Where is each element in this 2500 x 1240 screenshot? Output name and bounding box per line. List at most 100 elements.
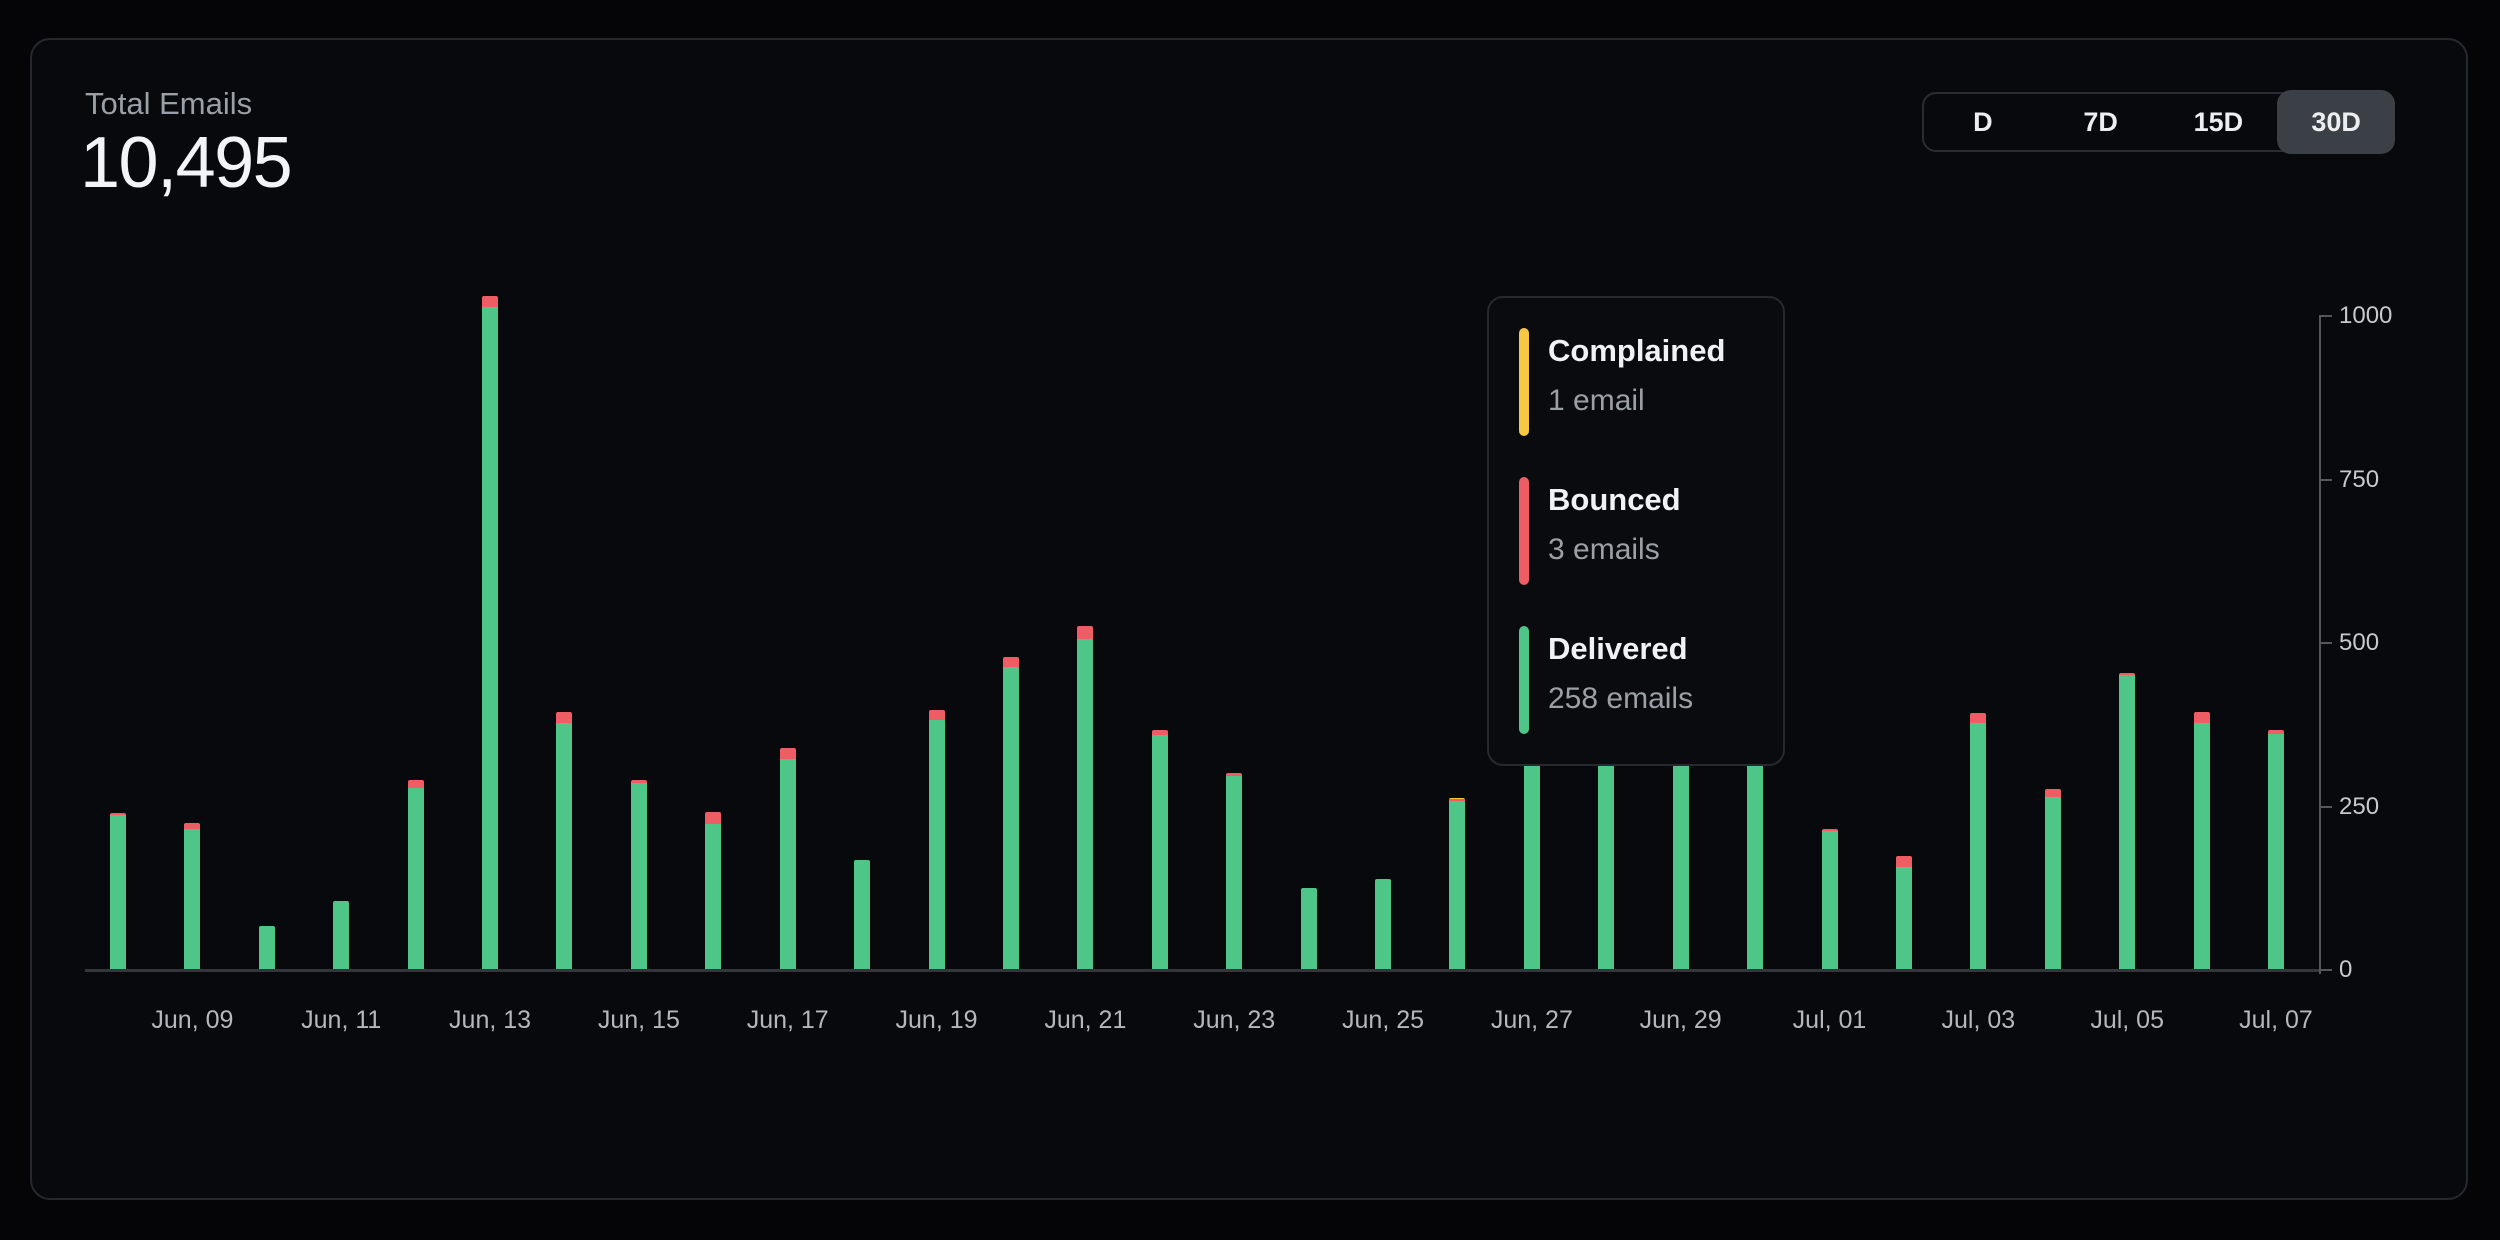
bar-day-11[interactable] bbox=[854, 860, 870, 970]
y-axis-tick bbox=[2319, 479, 2332, 481]
bounced-segment bbox=[482, 296, 498, 306]
tooltip-value: 3 emails bbox=[1548, 533, 1681, 567]
chart-tooltip: Complained 1 email Bounced 3 emails Deli… bbox=[1487, 296, 1785, 766]
delivered-segment bbox=[110, 815, 126, 970]
x-axis-line bbox=[85, 969, 2319, 972]
tooltip-entry-complained: Complained 1 email bbox=[1519, 328, 1763, 436]
x-axis-tick-label: Jun, 27 bbox=[1447, 1006, 1617, 1035]
tooltip-value: 258 emails bbox=[1548, 682, 1693, 716]
bounced-segment bbox=[1970, 713, 1986, 723]
delivered-segment bbox=[482, 307, 498, 970]
x-axis-tick-label: Jul, 01 bbox=[1745, 1006, 1915, 1035]
delivered-segment bbox=[1449, 801, 1465, 970]
bar-day-3[interactable] bbox=[259, 926, 275, 970]
bar-day-24[interactable] bbox=[1822, 829, 1838, 970]
bar-day-14[interactable] bbox=[1077, 626, 1093, 970]
bar-day-4[interactable] bbox=[333, 901, 349, 970]
delivered-segment bbox=[929, 720, 945, 970]
bounced-segment bbox=[705, 812, 721, 824]
delivered-segment bbox=[780, 759, 796, 970]
tooltip-entry-bounced: Bounced 3 emails bbox=[1519, 477, 1763, 585]
x-axis-tick-label: Jun, 21 bbox=[1000, 1006, 1170, 1035]
y-axis-tick-label: 250 bbox=[2339, 792, 2379, 822]
delivered-segment bbox=[1077, 639, 1093, 970]
bar-day-9[interactable] bbox=[705, 812, 721, 970]
x-axis-tick-label: Jun, 15 bbox=[554, 1006, 724, 1035]
bar-day-6[interactable] bbox=[482, 296, 498, 970]
x-axis-tick-label: Jun, 29 bbox=[1596, 1006, 1766, 1035]
delivered-segment bbox=[705, 824, 721, 970]
x-axis-tick-label: Jun, 17 bbox=[703, 1006, 873, 1035]
x-axis-tick-label: Jun, 25 bbox=[1298, 1006, 1468, 1035]
delivered-segment bbox=[2194, 723, 2210, 970]
bar-day-26[interactable] bbox=[1970, 713, 1986, 970]
y-axis-tick bbox=[2319, 969, 2332, 971]
delivered-segment bbox=[631, 783, 647, 970]
y-axis-line bbox=[2319, 316, 2321, 974]
bar-day-25[interactable] bbox=[1896, 856, 1912, 970]
x-axis-tick-label: Jun, 09 bbox=[107, 1006, 277, 1035]
bounced-swatch-icon bbox=[1519, 477, 1529, 585]
delivered-segment bbox=[1152, 735, 1168, 970]
delivered-segment bbox=[1003, 667, 1019, 970]
delivered-segment bbox=[854, 860, 870, 970]
bounced-segment bbox=[780, 748, 796, 758]
bar-day-16[interactable] bbox=[1226, 773, 1242, 970]
delivered-segment bbox=[1822, 831, 1838, 970]
delivered-swatch-icon bbox=[1519, 626, 1529, 734]
bar-day-17[interactable] bbox=[1301, 888, 1317, 970]
x-axis-tick-label: Jun, 19 bbox=[852, 1006, 1022, 1035]
bar-day-29[interactable] bbox=[2194, 712, 2210, 970]
bounced-segment bbox=[1896, 856, 1912, 866]
bounced-segment bbox=[1077, 626, 1093, 639]
bar-day-7[interactable] bbox=[556, 712, 572, 970]
delivered-segment bbox=[556, 723, 572, 970]
bounced-segment bbox=[2194, 712, 2210, 723]
bar-day-13[interactable] bbox=[1003, 657, 1019, 970]
tooltip-label: Complained bbox=[1548, 333, 1725, 369]
tooltip-entry-delivered: Delivered 258 emails bbox=[1519, 626, 1763, 734]
delivered-segment bbox=[1970, 723, 1986, 970]
delivered-segment bbox=[184, 829, 200, 970]
delivered-segment bbox=[2268, 734, 2284, 970]
bar-day-8[interactable] bbox=[631, 780, 647, 970]
delivered-segment bbox=[2045, 797, 2061, 970]
x-axis-tick-label: Jul, 07 bbox=[2191, 1006, 2361, 1035]
email-analytics-panel: Total Emails 10,495 D 7D 15D 30D 0250500… bbox=[0, 0, 2500, 1240]
y-axis-tick-label: 0 bbox=[2339, 955, 2352, 985]
delivered-segment bbox=[259, 926, 275, 970]
y-axis-tick-label: 1000 bbox=[2339, 301, 2392, 331]
y-axis-tick bbox=[2319, 315, 2332, 317]
tooltip-label: Bounced bbox=[1548, 482, 1681, 518]
bar-day-5[interactable] bbox=[408, 780, 424, 970]
bounced-segment bbox=[929, 710, 945, 719]
delivered-segment bbox=[1375, 879, 1391, 970]
bar-day-12[interactable] bbox=[929, 710, 945, 970]
y-axis-tick bbox=[2319, 806, 2332, 808]
bar-day-19[interactable] bbox=[1449, 798, 1465, 970]
complained-swatch-icon bbox=[1519, 328, 1529, 436]
x-axis-tick-label: Jun, 11 bbox=[256, 1006, 426, 1035]
bounced-segment bbox=[2045, 789, 2061, 797]
x-axis-tick-label: Jun, 23 bbox=[1149, 1006, 1319, 1035]
delivered-segment bbox=[2119, 675, 2135, 970]
bar-day-18[interactable] bbox=[1375, 879, 1391, 970]
tooltip-value: 1 email bbox=[1548, 384, 1725, 418]
delivered-segment bbox=[1226, 776, 1242, 970]
bar-day-30[interactable] bbox=[2268, 730, 2284, 970]
bar-day-27[interactable] bbox=[2045, 789, 2061, 970]
y-axis-tick-label: 500 bbox=[2339, 628, 2379, 658]
bounced-segment bbox=[556, 712, 572, 724]
bar-day-2[interactable] bbox=[184, 823, 200, 970]
bar-day-15[interactable] bbox=[1152, 730, 1168, 970]
bar-day-28[interactable] bbox=[2119, 673, 2135, 970]
delivered-segment bbox=[408, 788, 424, 970]
y-axis-tick-label: 750 bbox=[2339, 465, 2379, 495]
bounced-segment bbox=[1003, 657, 1019, 667]
tooltip-label: Delivered bbox=[1548, 631, 1693, 667]
bar-day-1[interactable] bbox=[110, 813, 126, 970]
bar-day-10[interactable] bbox=[780, 748, 796, 970]
y-axis-tick bbox=[2319, 642, 2332, 644]
delivered-segment bbox=[333, 901, 349, 970]
x-axis-tick-label: Jul, 03 bbox=[1893, 1006, 2063, 1035]
